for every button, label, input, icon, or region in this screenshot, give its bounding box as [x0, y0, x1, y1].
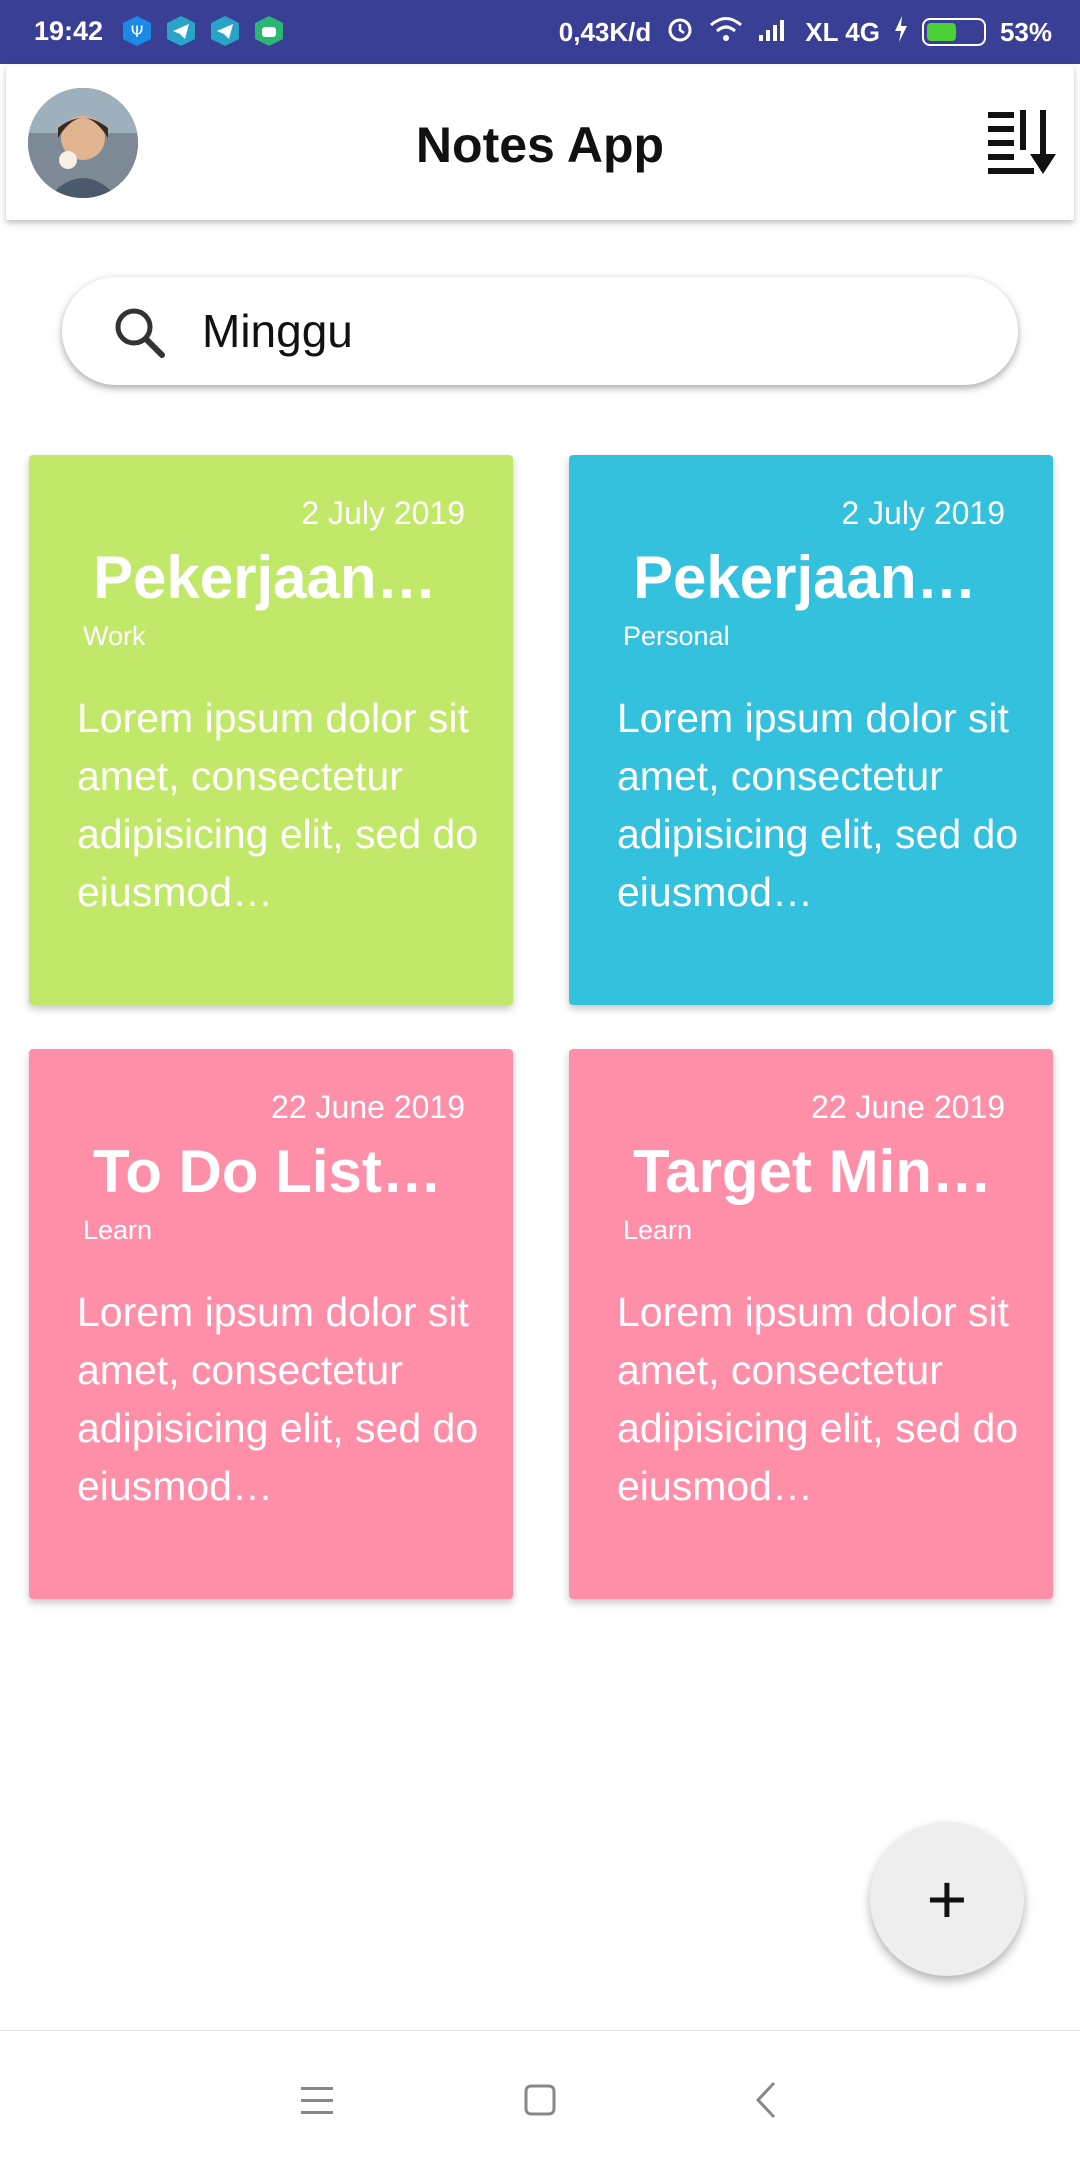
note-body: Lorem ipsum dolor sit amet, consectetur … [617, 695, 1019, 915]
note-category: Personal [623, 621, 730, 651]
note-body: Lorem ipsum dolor sit amet, consectetur … [77, 695, 479, 915]
note-date: 2 July 2019 [301, 495, 465, 531]
note-category: Work [83, 621, 146, 651]
add-note-button[interactable]: + [870, 1822, 1024, 1976]
status-time: 19:42 [34, 16, 104, 46]
note-card[interactable]: 22 June 2019 Target Min… Learn Lorem ips… [569, 1049, 1053, 1599]
carrier-label: XL 4G [805, 16, 880, 47]
menu-icon[interactable] [292, 2075, 342, 2125]
battery-level [926, 23, 956, 41]
notification-icons: Ψ [120, 14, 286, 48]
signal-icon [757, 15, 791, 50]
note-card[interactable]: 2 July 2019 Pekerjaan… Personal Lorem ip… [569, 455, 1053, 1005]
note-title: Pekerjaan… [93, 544, 437, 611]
system-nav-bar [0, 2030, 1080, 2160]
add-icon: + [926, 1860, 968, 1938]
back-icon[interactable] [742, 2075, 792, 2125]
note-card[interactable]: 2 July 2019 Pekerjaan… Work Lorem ipsum … [29, 455, 513, 1005]
sort-descending-icon [988, 110, 1056, 174]
note-card[interactable]: 22 June 2019 To Do List… Learn Lorem ips… [29, 1049, 513, 1599]
battery-percent: 53% [999, 16, 1052, 47]
search-input[interactable] [202, 295, 982, 367]
svg-text:Ψ: Ψ [131, 22, 144, 41]
app-bar: Notes App [6, 66, 1074, 220]
status-bar: 19:42 Ψ 0,43K/d XL 4G 53% [0, 0, 1080, 64]
note-title: Target Min… [633, 1138, 992, 1205]
vpn-shield-icon: Ψ [120, 14, 154, 48]
home-icon[interactable] [515, 2075, 565, 2125]
telegram-icon [164, 14, 198, 48]
charging-icon [894, 15, 908, 49]
telegram-icon [208, 14, 242, 48]
network-speed: 0,43K/d [558, 16, 652, 47]
note-date: 22 June 2019 [811, 1089, 1005, 1125]
alarm-icon [665, 14, 695, 51]
battery-icon [921, 18, 986, 46]
android-icon [252, 14, 286, 48]
note-category: Learn [623, 1215, 693, 1245]
search-bar [62, 277, 1018, 385]
search-icon[interactable] [112, 305, 166, 359]
note-body: Lorem ipsum dolor sit amet, consectetur … [77, 1289, 479, 1509]
page-title: Notes App [415, 117, 665, 173]
note-body: Lorem ipsum dolor sit amet, consectetur … [617, 1289, 1019, 1509]
wifi-icon [709, 15, 743, 50]
note-title: To Do List… [93, 1138, 442, 1205]
note-date: 22 June 2019 [271, 1089, 465, 1125]
status-right: 0,43K/d XL 4G 53% [559, 14, 1052, 50]
note-title: Pekerjaan… [633, 544, 977, 611]
note-category: Learn [83, 1215, 153, 1245]
note-date: 2 July 2019 [841, 495, 1005, 531]
sort-button[interactable] [984, 106, 1060, 178]
